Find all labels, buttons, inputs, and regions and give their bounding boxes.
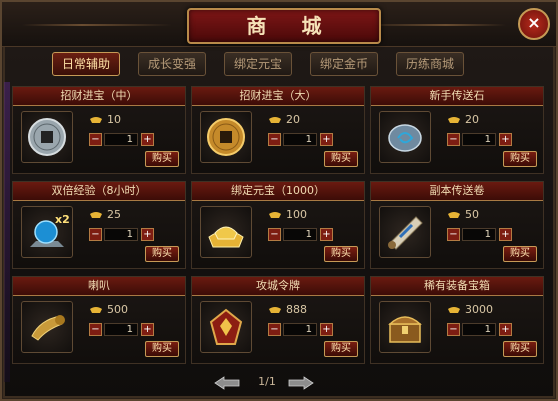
increase-button[interactable]: + (320, 133, 333, 146)
decrease-button[interactable]: − (447, 228, 460, 241)
ingot-icon (90, 212, 102, 218)
decrease-button[interactable]: − (89, 323, 102, 336)
increase-button[interactable]: + (141, 133, 154, 146)
increase-button[interactable]: + (141, 228, 154, 241)
token-icon[interactable] (200, 301, 252, 353)
gold-coin-icon[interactable] (200, 111, 252, 163)
increase-button[interactable]: + (141, 323, 154, 336)
ingot-icon (90, 117, 102, 123)
item-name: 招财进宝（中） (13, 87, 185, 106)
title-bar: 商 城 × (2, 2, 556, 47)
item-name: 新手传送石 (371, 87, 543, 106)
pagination: 1/1 (214, 374, 344, 392)
title-ornament-left (22, 24, 172, 26)
buy-button[interactable]: 购买 (324, 341, 358, 357)
double-exp-badge: x2 (55, 213, 70, 226)
shop-window: 商 城 × 日常辅助 成长变强 绑定元宝 绑定金币 历练商城 ⚔ 招财进宝（中）… (0, 0, 558, 401)
item-card: 招财进宝（中） 10 − 1 + 购买 (12, 86, 186, 174)
item-name: 喇叭 (13, 277, 185, 296)
teleport-stone-icon[interactable] (379, 111, 431, 163)
item-name: 招财进宝（大） (192, 87, 364, 106)
price-value: 100 (286, 208, 307, 221)
treasure-chest-icon[interactable] (379, 301, 431, 353)
item-card: 双倍经验（8小时） x2 25 − 1 + 购买 (12, 181, 186, 269)
side-decoration (4, 82, 10, 382)
decrease-button[interactable]: − (89, 228, 102, 241)
ingot-icon (90, 307, 102, 313)
price-value: 20 (286, 113, 300, 126)
item-card: 稀有装备宝箱 3000 − 1 + 购买 (370, 276, 544, 364)
price-value: 3000 (465, 303, 493, 316)
decrease-button[interactable]: − (447, 323, 460, 336)
close-button[interactable]: × (518, 8, 550, 40)
item-name: 攻城令牌 (192, 277, 364, 296)
ingot-icon (269, 212, 281, 218)
quantity-input[interactable]: 1 (283, 228, 317, 241)
ingot-icon (448, 307, 460, 313)
decrease-button[interactable]: − (89, 133, 102, 146)
buy-button[interactable]: 购买 (324, 246, 358, 262)
ingot-pile-icon[interactable] (200, 206, 252, 258)
price-value: 500 (107, 303, 128, 316)
tab-bound-gold[interactable]: 绑定金币 (310, 52, 378, 76)
price-value: 20 (465, 113, 479, 126)
item-card: 新手传送石 20 − 1 + 购买 (370, 86, 544, 174)
tab-growth[interactable]: 成长变强 (138, 52, 206, 76)
item-card: 副本传送卷 50 − 1 + 购买 (370, 181, 544, 269)
decrease-button[interactable]: − (447, 133, 460, 146)
buy-button[interactable]: 购买 (503, 151, 537, 167)
buy-button[interactable]: 购买 (503, 341, 537, 357)
quantity-input[interactable]: 1 (283, 323, 317, 336)
window-title: 商 城 (187, 8, 381, 44)
item-name: 副本传送卷 (371, 182, 543, 201)
item-name: 绑定元宝（1000） (192, 182, 364, 201)
item-card: 绑定元宝（1000） 100 − 1 + 购买 (191, 181, 365, 269)
buy-button[interactable]: 购买 (324, 151, 358, 167)
horn-icon[interactable] (21, 301, 73, 353)
quantity-input[interactable]: 1 (462, 228, 496, 241)
prev-page-arrow-icon[interactable] (214, 376, 240, 390)
decrease-button[interactable]: − (268, 133, 281, 146)
item-card: 攻城令牌 888 − 1 + 购买 (191, 276, 365, 364)
quantity-input[interactable]: 1 (104, 323, 138, 336)
buy-button[interactable]: 购买 (145, 341, 179, 357)
ingot-icon (448, 117, 460, 123)
ingot-icon (269, 307, 281, 313)
coin-icon[interactable] (21, 111, 73, 163)
quantity-input[interactable]: 1 (104, 228, 138, 241)
ingot-icon (448, 212, 460, 218)
page-indicator: 1/1 (258, 375, 276, 388)
ingot-icon (269, 117, 281, 123)
quantity-input[interactable]: 1 (462, 133, 496, 146)
exp-orb-icon[interactable]: x2 (21, 206, 73, 258)
decrease-button[interactable]: − (268, 228, 281, 241)
price-value: 888 (286, 303, 307, 316)
quantity-input[interactable]: 1 (283, 133, 317, 146)
item-name: 稀有装备宝箱 (371, 277, 543, 296)
next-page-arrow-icon[interactable] (288, 376, 314, 390)
tab-trial-shop[interactable]: 历练商城 (396, 52, 464, 76)
increase-button[interactable]: + (499, 133, 512, 146)
increase-button[interactable]: + (320, 323, 333, 336)
item-name: 双倍经验（8小时） (13, 182, 185, 201)
buy-button[interactable]: 购买 (503, 246, 537, 262)
decrease-button[interactable]: − (268, 323, 281, 336)
scroll-icon[interactable] (379, 206, 431, 258)
increase-button[interactable]: + (320, 228, 333, 241)
buy-button[interactable]: 购买 (145, 151, 179, 167)
item-card: 招财进宝（大） 20 − 1 + 购买 (191, 86, 365, 174)
tab-bound-ingot[interactable]: 绑定元宝 (224, 52, 292, 76)
increase-button[interactable]: + (499, 323, 512, 336)
price-value: 10 (107, 113, 121, 126)
tab-daily-assist[interactable]: 日常辅助 (52, 52, 120, 76)
quantity-input[interactable]: 1 (104, 133, 138, 146)
price-value: 50 (465, 208, 479, 221)
price-value: 25 (107, 208, 121, 221)
quantity-input[interactable]: 1 (462, 323, 496, 336)
increase-button[interactable]: + (499, 228, 512, 241)
buy-button[interactable]: 购买 (145, 246, 179, 262)
item-card: 喇叭 500 − 1 + 购买 (12, 276, 186, 364)
